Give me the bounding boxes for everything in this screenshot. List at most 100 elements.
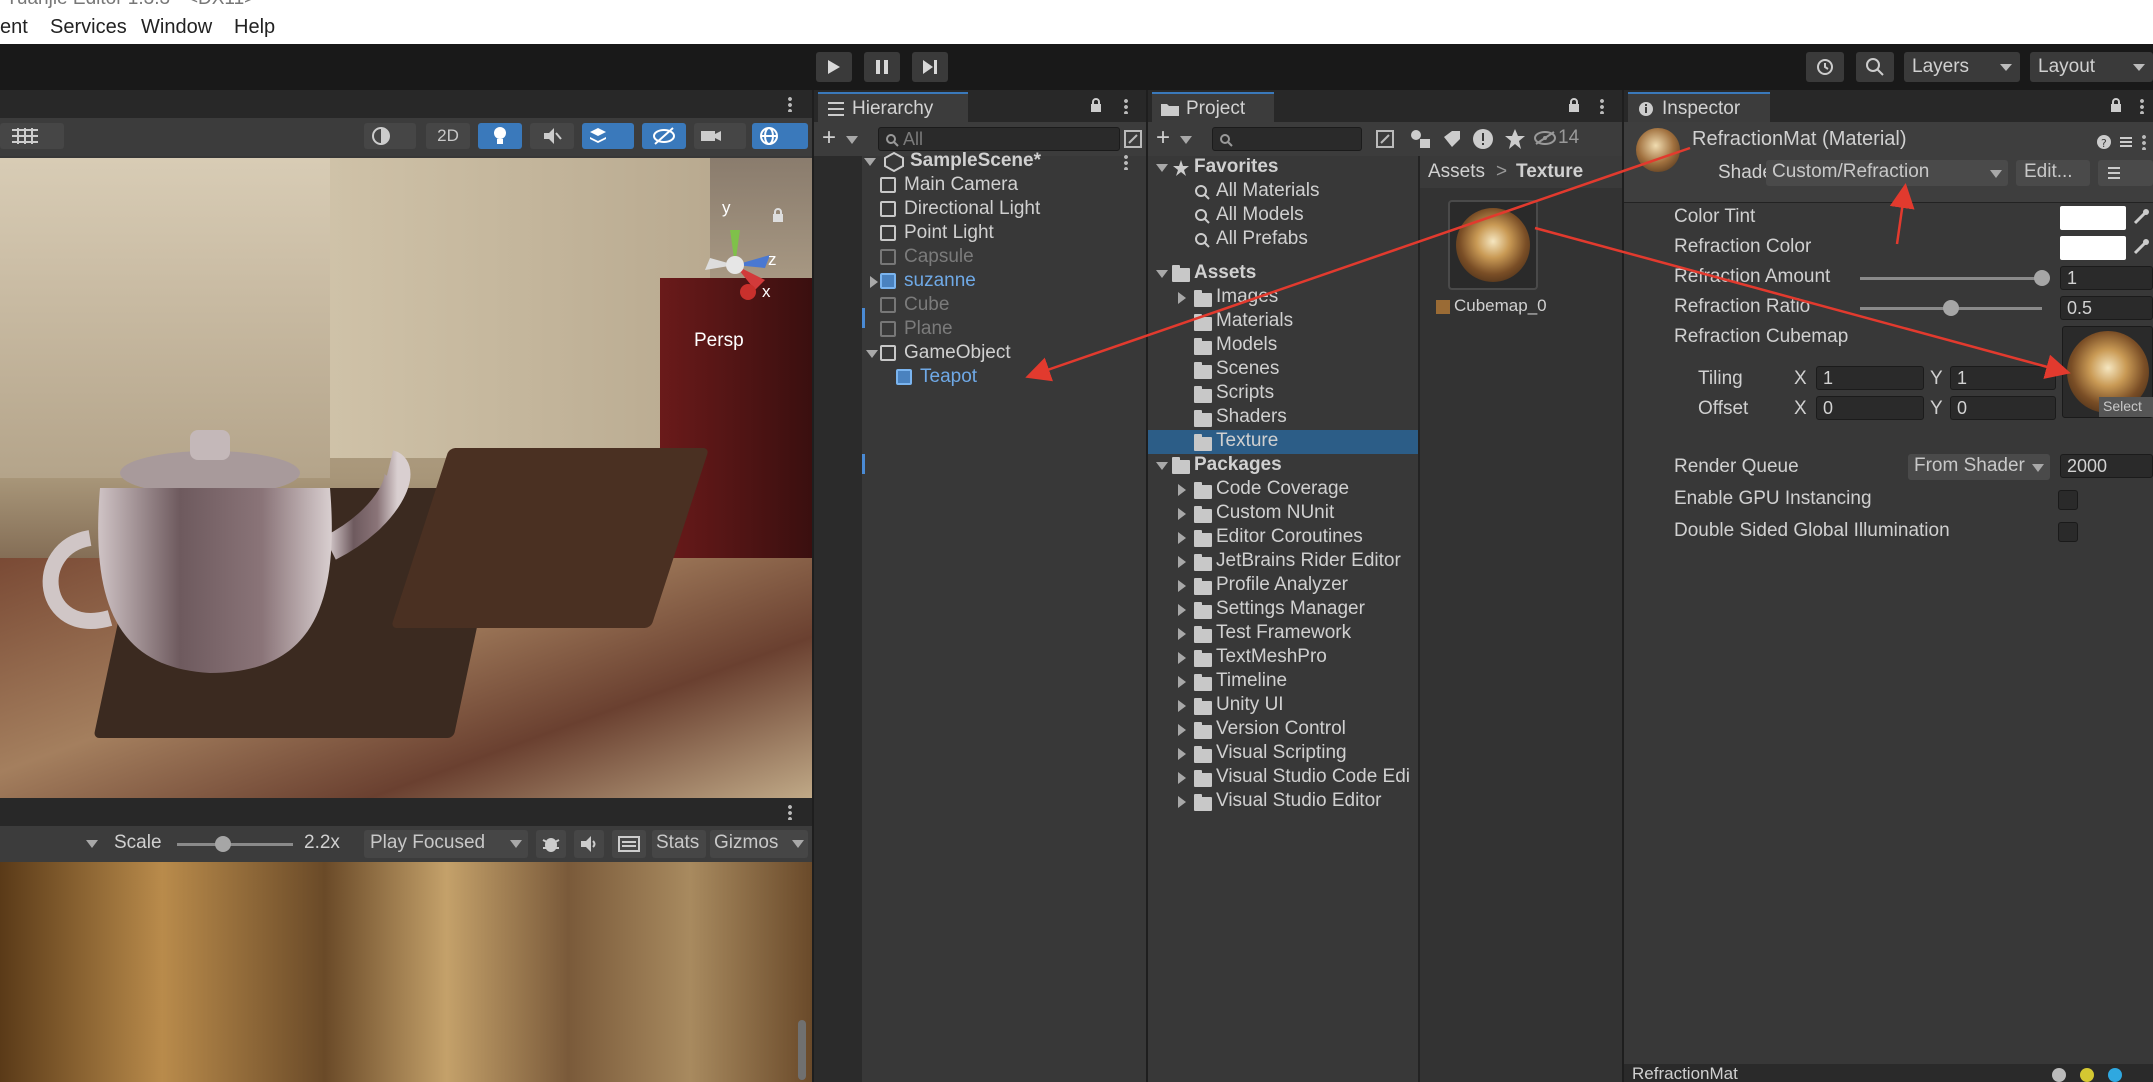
folder-item[interactable]: Materials [1148, 310, 1418, 334]
lighting-toggle[interactable] [478, 123, 522, 149]
frame-debugger-button[interactable] [536, 830, 566, 858]
display-dropdown-arrow[interactable] [86, 840, 98, 848]
tab-inspector[interactable]: Inspector [1628, 92, 1770, 122]
inspector-menu-icon[interactable] [2140, 98, 2144, 114]
presets-icon[interactable] [2118, 134, 2134, 150]
refraction-amount-track[interactable] [1860, 277, 2042, 280]
preview-sphere-icon[interactable] [2052, 1068, 2066, 1082]
favorites-section[interactable]: Favorites [1148, 156, 1418, 180]
select-texture-button[interactable]: Select [2099, 397, 2153, 417]
game-scrollbar[interactable] [798, 1020, 806, 1080]
folder-item[interactable]: Profile Analyzer [1148, 574, 1418, 598]
hierarchy-search-input[interactable]: All [878, 127, 1120, 151]
folder-item[interactable]: Scenes [1148, 358, 1418, 382]
component-menu-icon[interactable] [2142, 134, 2146, 150]
audio-toggle[interactable] [530, 123, 574, 149]
tab-hierarchy[interactable]: Hierarchy [818, 92, 968, 122]
expand-arrow[interactable] [1178, 556, 1186, 568]
step-button[interactable] [912, 52, 948, 82]
expand-arrow[interactable] [1178, 532, 1186, 544]
scene-visibility-icon[interactable] [1124, 130, 1142, 148]
2d-toggle[interactable]: 2D [426, 123, 470, 149]
expand-arrow[interactable] [1178, 700, 1186, 712]
folder-item[interactable]: Custom NUnit [1148, 502, 1418, 526]
stats-button[interactable]: Stats [652, 830, 706, 858]
folder-item[interactable]: JetBrains Rider Editor [1148, 550, 1418, 574]
menu-item-services[interactable]: Services [50, 16, 127, 39]
folder-item[interactable]: Shaders [1148, 406, 1418, 430]
folder-item[interactable]: Texture [1148, 430, 1418, 454]
scene-viewport[interactable]: y z x Persp [0, 158, 812, 798]
teapot-model[interactable] [30, 428, 550, 748]
expand-arrow[interactable] [1178, 484, 1186, 496]
label-tag-icon[interactable] [1442, 129, 1462, 149]
hierarchy-menu-icon[interactable] [1124, 98, 1128, 114]
shader-options-button[interactable] [2098, 160, 2153, 186]
gizmo-lock-icon[interactable] [772, 208, 784, 222]
camera-dropdown[interactable] [694, 123, 746, 149]
hierarchy-item[interactable]: GameObject [814, 342, 1146, 366]
search-by-type-icon[interactable] [1376, 130, 1394, 148]
material-preview-bar[interactable]: RefractionMat [1624, 1064, 2153, 1082]
edit-shader-button[interactable]: Edit... [2016, 160, 2090, 186]
collapse-arrow[interactable] [1156, 462, 1168, 470]
game-menu-icon[interactable] [788, 804, 792, 820]
color-tint-swatch[interactable] [2060, 206, 2126, 230]
filter-type-icon[interactable] [1410, 129, 1432, 149]
shortcuts-button[interactable] [612, 830, 646, 858]
expand-arrow[interactable] [1178, 628, 1186, 640]
effects-toggle[interactable] [582, 123, 634, 149]
hierarchy-item[interactable]: suzanne [814, 270, 1146, 294]
collapse-arrow[interactable] [1156, 270, 1168, 278]
menu-item-component[interactable]: ent [0, 16, 28, 39]
layers-dropdown[interactable]: Layers [1904, 52, 2020, 82]
refraction-color-swatch[interactable] [2060, 236, 2126, 260]
scale-slider-thumb[interactable] [215, 836, 232, 852]
cubemap-file-name[interactable]: Cubemap_0 [1454, 296, 1547, 316]
create-plus-button[interactable]: + [822, 124, 836, 152]
folder-item[interactable]: Editor Coroutines [1148, 526, 1418, 550]
favorite-item[interactable]: All Prefabs [1148, 228, 1418, 252]
grid-snap-dropdown[interactable] [0, 123, 64, 149]
search-button[interactable] [1856, 52, 1894, 82]
gpu-instancing-checkbox[interactable] [2058, 490, 2078, 510]
play-button[interactable] [816, 52, 852, 82]
hierarchy-item[interactable]: Main Camera [814, 174, 1146, 198]
folder-item[interactable]: Models [1148, 334, 1418, 358]
gizmos-dropdown[interactable] [752, 123, 808, 149]
project-lock-icon[interactable] [1568, 98, 1580, 112]
refraction-ratio-thumb[interactable] [1943, 300, 1959, 316]
hierarchy-item[interactable]: Point Light [814, 222, 1146, 246]
favorite-item[interactable]: All Materials [1148, 180, 1418, 204]
expand-arrow[interactable] [1178, 508, 1186, 520]
expand-arrow[interactable] [1178, 580, 1186, 592]
scene-menu-icon[interactable] [788, 96, 792, 112]
layout-dropdown[interactable]: Layout [2030, 52, 2153, 82]
tab-project[interactable]: Project [1152, 92, 1274, 122]
folder-item[interactable]: Version Control [1148, 718, 1418, 742]
render-queue-mode-dropdown[interactable]: From Shader [1908, 454, 2050, 480]
mute-audio-button[interactable] [574, 830, 604, 858]
warning-icon[interactable] [1472, 128, 1494, 150]
shading-mode-dropdown[interactable] [364, 123, 416, 149]
cubemap-slot[interactable]: Select [2062, 326, 2153, 418]
expand-arrow[interactable] [1178, 604, 1186, 616]
preview-light-icon[interactable] [2080, 1068, 2094, 1082]
packages-section[interactable]: Packages [1148, 454, 1418, 478]
project-menu-icon[interactable] [1600, 98, 1604, 114]
preview-shape-icon[interactable] [2108, 1068, 2122, 1082]
collapse-arrow[interactable] [866, 350, 878, 358]
scene-fold-arrow[interactable] [864, 158, 876, 166]
tiling-x-field[interactable]: 1 [1816, 366, 1924, 390]
scene-root-row[interactable]: SampleScene* [814, 150, 1146, 174]
expand-arrow[interactable] [1178, 676, 1186, 688]
offset-y-field[interactable]: 0 [1950, 396, 2056, 420]
expand-arrow[interactable] [1178, 796, 1186, 808]
eyedropper-icon[interactable] [2132, 208, 2150, 226]
folder-item[interactable]: Timeline [1148, 670, 1418, 694]
breadcrumb-assets[interactable]: Assets [1428, 161, 1485, 183]
play-mode-dropdown[interactable]: Play Focused [364, 830, 528, 858]
expand-arrow[interactable] [1178, 292, 1186, 304]
expand-arrow[interactable] [1178, 748, 1186, 760]
expand-arrow[interactable] [1178, 652, 1186, 664]
